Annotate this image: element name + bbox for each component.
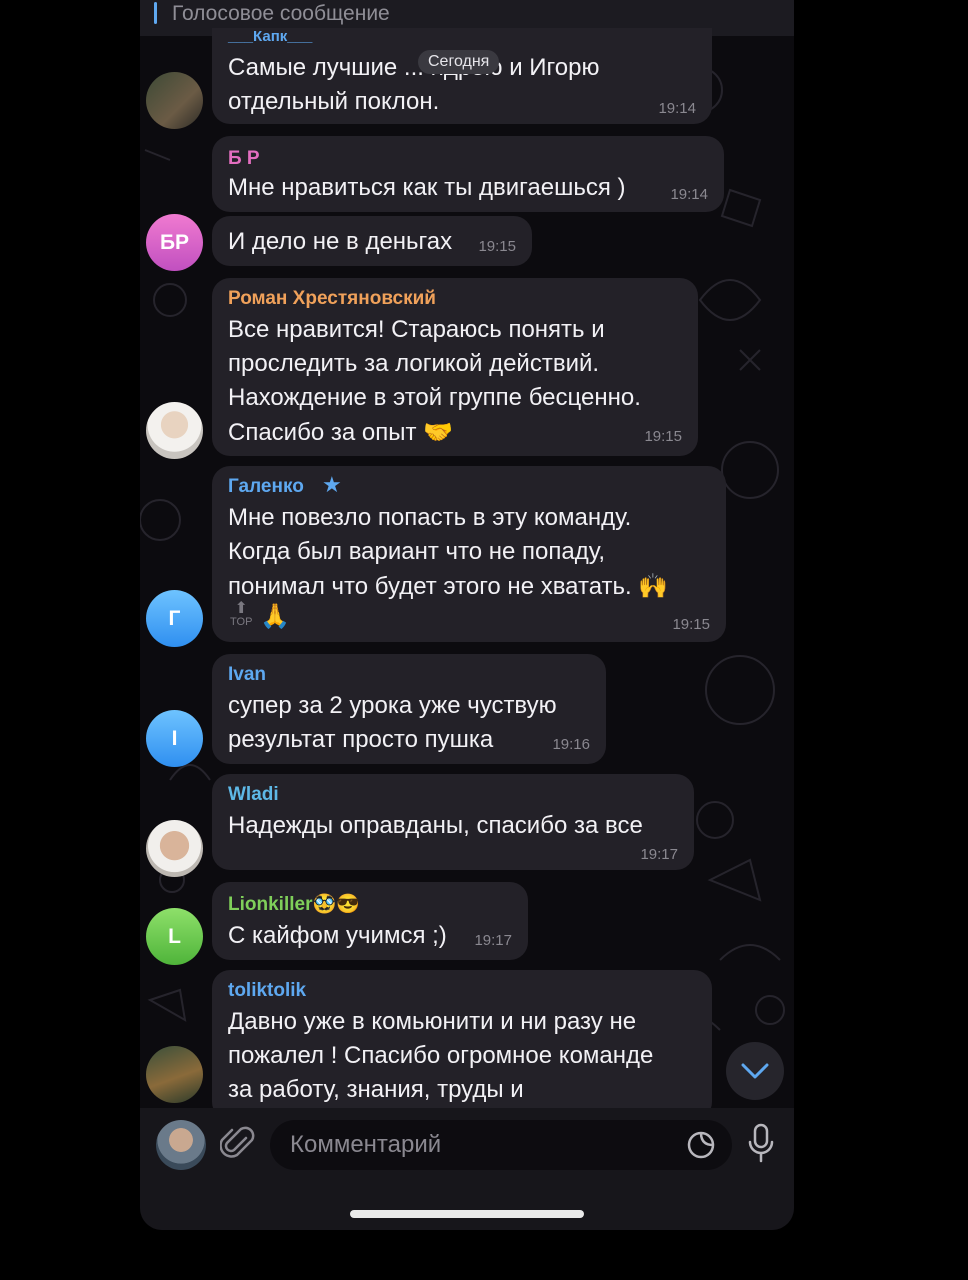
message-text-line: Самые лучшие ... ндрею и Игорю (228, 54, 600, 81)
pinned-indicator (154, 2, 157, 24)
user-avatar-initials[interactable]: Г (146, 590, 203, 647)
user-avatar-photo[interactable] (146, 820, 203, 877)
attach-icon[interactable] (220, 1124, 256, 1164)
message-time: 19:15 (478, 238, 516, 255)
message-text-line: И дело не в деньгах (228, 228, 453, 255)
message-text-line: пожалел ! Спасибо огромное команде (228, 1042, 654, 1069)
message-bubble[interactable]: Галенко ★ Мне повезло попасть в эту кома… (212, 466, 726, 642)
scroll-to-bottom-button[interactable] (726, 1042, 784, 1100)
user-avatar-initials[interactable]: L (146, 908, 203, 965)
chat-screen: Голосовое сообщение ___Капк___ Самые луч… (140, 0, 794, 1230)
sticker-icon[interactable] (686, 1130, 716, 1160)
message-text-line: отдельный поклон. (228, 88, 440, 115)
message-text-line: Все нравится! Стараюсь понять и (228, 316, 605, 343)
message-author: toliktolik (228, 980, 307, 1001)
message-author: Б Р (228, 148, 260, 169)
composer-bar: Комментарий (140, 1108, 794, 1230)
message-text-line: проследить за логикой действий. (228, 350, 600, 377)
message-bubble[interactable]: toliktolik Давно уже в комьюнити и ни ра… (212, 970, 712, 1120)
comment-input[interactable]: Комментарий (270, 1120, 732, 1170)
pinned-message-label: Голосовое сообщение (172, 2, 390, 25)
message-text-line: результат просто пушка (228, 726, 494, 753)
date-badge: Сегодня (418, 50, 500, 74)
comment-placeholder: Комментарий (290, 1131, 442, 1158)
message-text-line: Мне нравиться как ты двигаешься ) (228, 174, 626, 201)
user-avatar-photo[interactable] (146, 402, 203, 459)
message-time: 19:15 (672, 616, 710, 633)
message-text-line: С кайфом учимся ;) (228, 922, 447, 949)
message-author: Роман Хрестяновский (228, 288, 436, 309)
message-bubble[interactable]: И дело не в деньгах 19:15 (212, 216, 532, 266)
premium-star-icon: ★ (322, 472, 342, 497)
message-author: Ivan (228, 664, 267, 685)
user-avatar-initials[interactable]: БР (146, 214, 203, 271)
chevron-down-icon (741, 1063, 769, 1079)
user-avatar-initials[interactable]: I (146, 710, 203, 767)
arrow-up-icon: ⬆ (234, 600, 248, 617)
message-text-line: за работу, знания, труды и (228, 1076, 524, 1103)
message-time: 19:14 (658, 100, 696, 117)
message-text-line: понимал что будет этого не хватать. 🙌 (228, 573, 669, 600)
home-indicator[interactable] (350, 1210, 584, 1218)
message-time: 19:17 (640, 846, 678, 863)
user-avatar-photo[interactable] (146, 72, 203, 129)
message-bubble[interactable]: Б Р Мне нравиться как ты двигаешься ) 19… (212, 136, 724, 212)
message-time: 19:16 (552, 736, 590, 753)
message-author: Lionkiller🥸😎 (228, 894, 360, 915)
user-avatar-photo[interactable] (146, 1046, 203, 1103)
message-author: ___Капк___ (228, 28, 313, 45)
microphone-icon[interactable] (746, 1122, 776, 1164)
message-author: Wladi (228, 784, 279, 805)
send-as-avatar[interactable] (156, 1120, 206, 1170)
message-time: 19:14 (670, 186, 708, 203)
message-bubble[interactable]: Wladi Надежды оправданы, спасибо за все … (212, 774, 694, 870)
message-time: 19:15 (644, 428, 682, 445)
message-bubble[interactable]: ___Капк___ Самые лучшие ... ндрею и Игор… (212, 28, 712, 124)
message-bubble[interactable]: Lionkiller🥸😎 С кайфом учимся ;) 19:17 (212, 882, 528, 960)
message-text-line: Надежды оправданы, спасибо за все (228, 812, 643, 839)
message-time: 19:17 (474, 932, 512, 949)
message-bubble[interactable]: Роман Хрестяновский Все нравится! Стараю… (212, 278, 698, 456)
message-bubble[interactable]: Ivan супер за 2 урока уже чуствую резуль… (212, 654, 606, 764)
reaction-emoji[interactable]: 🙏 (260, 602, 290, 631)
message-text-line: Давно уже в комьюнити и ни разу не (228, 1008, 637, 1035)
reaction-top[interactable]: ⬆ TOP (230, 600, 253, 629)
message-text-line: Спасибо за опыт 🤝 (228, 419, 453, 446)
message-text-line: Когда был вариант что не попаду, (228, 538, 606, 565)
message-text-line: Нахождение в этой группе бесценно. (228, 384, 641, 411)
message-author: Галенко (228, 476, 304, 497)
message-text-line: супер за 2 урока уже чуствую (228, 692, 557, 719)
message-text-line: Мне повезло попасть в эту команду. (228, 504, 632, 531)
reaction-label: TOP (230, 616, 253, 628)
